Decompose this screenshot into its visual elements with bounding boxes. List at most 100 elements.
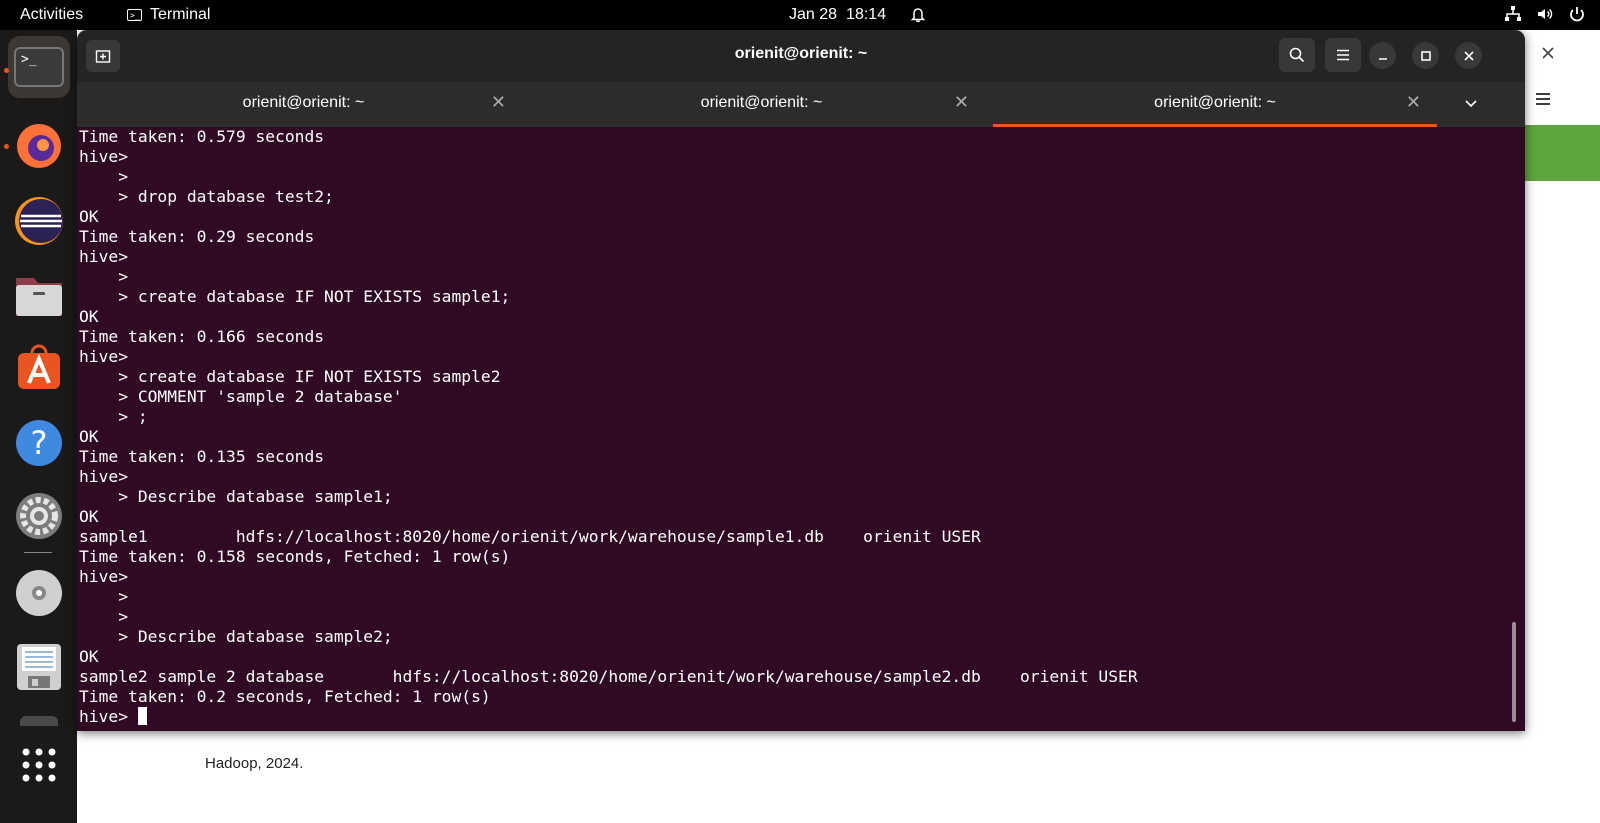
scrollbar-thumb[interactable] <box>1512 622 1516 722</box>
terminal-line: > <box>79 587 129 606</box>
search-icon <box>1289 47 1305 63</box>
app-name: Terminal <box>150 6 211 23</box>
dock-app-center[interactable] <box>8 337 70 399</box>
tab-3-close-icon[interactable]: ✕ <box>1406 92 1421 113</box>
power-icon[interactable] <box>1568 5 1586 28</box>
text-cursor <box>137 707 147 725</box>
terminal-app-icon: >_ <box>127 9 142 21</box>
eclipse-icon <box>15 197 63 245</box>
clock[interactable]: Jan 28 18:14 <box>789 6 886 24</box>
dvd-icon <box>16 570 62 616</box>
tab-list-button[interactable] <box>1461 94 1481 114</box>
terminal-line: Time taken: 0.29 seconds <box>79 227 315 246</box>
terminal-line: hive> <box>79 567 129 586</box>
terminal-line: > <box>79 167 129 186</box>
terminal-line: hive> <box>79 147 129 166</box>
prompt-text: hive> <box>79 707 138 726</box>
tab-2[interactable]: orienit@orienit: ~ ✕ <box>530 82 993 127</box>
green-banner <box>1525 125 1600 181</box>
dock-firefox[interactable] <box>8 115 70 177</box>
terminal-line: OK <box>79 207 99 226</box>
terminal-line: > Describe database sample1; <box>79 487 393 506</box>
dock-dvd[interactable] <box>8 562 70 624</box>
terminal-line: hive> <box>79 467 129 486</box>
dock-help[interactable]: ? <box>8 412 70 474</box>
terminal-line: sample2 sample 2 database hdfs://localho… <box>79 667 1138 686</box>
terminal-output[interactable]: Time taken: 0.579 seconds hive> > > drop … <box>77 127 1525 731</box>
terminal-line: Time taken: 0.2 seconds, Fetched: 1 row(… <box>79 687 491 706</box>
terminal-running-indicator <box>4 68 9 73</box>
hamburger-menu-icon <box>1337 49 1349 61</box>
files-icon <box>16 278 62 316</box>
dock-settings[interactable] <box>8 485 70 547</box>
dock-terminal[interactable]: >_ <box>8 36 70 98</box>
terminal-line: > drop database test2; <box>79 187 334 206</box>
dock-files[interactable] <box>8 264 70 326</box>
terminal-line: Time taken: 0.166 seconds <box>79 327 325 346</box>
dock-show-apps[interactable] <box>8 734 70 796</box>
minimize-icon <box>1378 57 1387 60</box>
terminal-line: Time taken: 0.579 seconds <box>79 127 325 146</box>
tab-2-label: orienit@orienit: ~ <box>700 94 823 111</box>
tab-3[interactable]: orienit@orienit: ~ ✕ <box>993 82 1437 127</box>
terminal-line: > <box>79 267 129 286</box>
tab-1-close-icon[interactable]: ✕ <box>491 92 506 113</box>
terminal-line: OK <box>79 507 99 526</box>
terminal-line: > create database IF NOT EXISTS sample1; <box>79 287 511 306</box>
tab-3-label: orienit@orienit: ~ <box>1154 94 1276 111</box>
dock: >_ ? <box>0 30 77 823</box>
terminal-line: sample1 hdfs://localhost:8020/home/orien… <box>79 527 981 546</box>
terminal-line: Time taken: 0.158 seconds, Fetched: 1 ro… <box>79 547 511 566</box>
terminal-line: Time taken: 0.135 seconds <box>79 447 325 466</box>
app-menu[interactable]: >_ Terminal <box>127 6 210 24</box>
menu-button[interactable] <box>1325 38 1361 72</box>
terminal-line: > <box>79 607 129 626</box>
network-icon[interactable] <box>1504 5 1522 28</box>
volume-icon[interactable] <box>1536 5 1554 28</box>
terminal-line: OK <box>79 647 99 666</box>
tab-bar: orienit@orienit: ~ ✕ orienit@orienit: ~ … <box>77 82 1525 127</box>
terminal-lines: Time taken: 0.579 seconds hive> > > drop … <box>79 127 1138 727</box>
clock-time: 18:14 <box>846 6 887 23</box>
clock-date: Jan 28 <box>789 6 838 23</box>
terminal-icon: >_ <box>14 47 64 87</box>
maximize-button[interactable] <box>1412 42 1439 69</box>
dock-eclipse[interactable] <box>8 190 70 252</box>
page-footer-text: Hadoop, 2024. <box>205 755 304 772</box>
settings-icon <box>16 493 62 539</box>
save-disk-icon <box>17 644 61 690</box>
tab-1[interactable]: orienit@orienit: ~ ✕ <box>77 82 530 127</box>
terminal-line: OK <box>79 427 99 446</box>
tab-2-close-icon[interactable]: ✕ <box>954 92 969 113</box>
dock-separator <box>24 552 52 553</box>
terminal-line: OK <box>79 307 99 326</box>
chevron-down-icon <box>1465 100 1477 108</box>
terminal-line: > create database IF NOT EXISTS sample2 <box>79 367 501 386</box>
app-center-icon <box>18 344 60 389</box>
system-tray[interactable] <box>1504 5 1586 28</box>
help-icon: ? <box>16 420 62 466</box>
terminal-line: hive> <box>79 247 129 266</box>
terminal-prompt-line[interactable]: hive> <box>79 707 1138 727</box>
terminal-window[interactable]: orienit@orienit: ~ orienit@orienit: ~ ✕ … <box>77 30 1525 731</box>
dock-partial-item <box>20 716 58 726</box>
terminal-line: hive> <box>79 347 129 366</box>
dock-save[interactable] <box>8 636 70 698</box>
terminal-line: > ; <box>79 407 148 426</box>
activities-button[interactable]: Activities <box>20 6 83 24</box>
close-button[interactable] <box>1455 42 1482 69</box>
firefox-icon <box>17 124 61 168</box>
minimize-button[interactable] <box>1369 42 1396 69</box>
firefox-running-indicator <box>4 144 9 149</box>
svg-text:?: ? <box>31 424 48 462</box>
browser-close-icon[interactable] <box>1541 46 1555 65</box>
terminal-headerbar[interactable]: orienit@orienit: ~ <box>77 30 1525 82</box>
show-apps-icon <box>22 748 56 782</box>
close-icon <box>1463 50 1474 61</box>
terminal-line: > COMMENT 'sample 2 database' <box>79 387 403 406</box>
terminal-line: > Describe database sample2; <box>79 627 393 646</box>
browser-menu-icon[interactable] <box>1534 90 1552 113</box>
maximize-icon <box>1420 50 1431 61</box>
notification-bell-icon[interactable] <box>909 5 927 28</box>
search-button[interactable] <box>1279 38 1315 72</box>
